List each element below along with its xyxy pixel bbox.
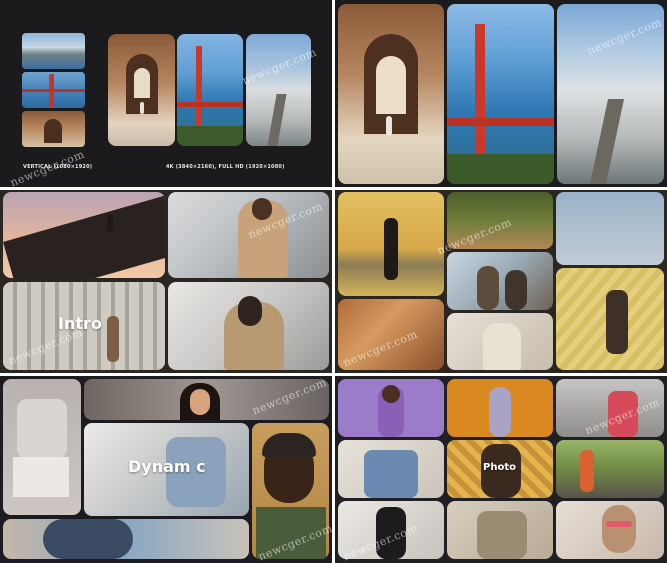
panel-dynamic: Dynam c newcger.com newcger.com	[0, 376, 332, 563]
tile-woman-building	[168, 282, 329, 370]
overlay-photo: Photo	[483, 462, 516, 473]
thumb-mountain-lake	[22, 33, 85, 69]
caption-resolution: 4K (3840×2160), FULL HD (1920×1080)	[166, 164, 285, 170]
thumb-arches	[108, 34, 175, 146]
tile-sitting-chair	[3, 379, 81, 515]
tile-woman-orange	[447, 379, 553, 437]
thumb-arches-small	[22, 111, 85, 147]
tile-woman-hoodie	[3, 519, 249, 559]
tile-sweater	[447, 501, 553, 559]
tile-man-purple	[338, 379, 444, 437]
panel-formats: VERTICAL (1080×1920) 4K (3840×2160), FUL…	[0, 0, 332, 187]
panel-intro: Intro newcger.com newcger.com	[0, 190, 332, 373]
tile-sky	[556, 192, 664, 265]
tile-golden-gate-large	[447, 4, 554, 184]
tile-man-pose: Dynam c	[84, 423, 249, 516]
tile-woman-pattern: Photo	[447, 440, 553, 498]
overlay-dynamic: Dynam c	[128, 457, 206, 476]
thumb-golden-gate	[177, 34, 243, 146]
panel-photo: Photo newcger.com newcger.com	[335, 376, 667, 563]
panel-large-preview: newcger.com	[335, 0, 667, 187]
tile-woman-stripes	[556, 268, 664, 370]
tile-silhouette-beach	[338, 192, 444, 296]
tile-denim-sitting	[338, 440, 444, 498]
tile-woman-sunglasses	[556, 501, 664, 559]
panel-collage: newcger.com newcger.com	[335, 190, 667, 373]
tile-hiker-sunset	[3, 192, 165, 278]
tile-woman-hat	[447, 313, 553, 370]
tile-arches-large	[338, 4, 444, 184]
tile-couple-selfie	[447, 252, 553, 310]
tile-bridge-walk	[556, 440, 664, 498]
thumb-bridge-small	[22, 72, 85, 108]
